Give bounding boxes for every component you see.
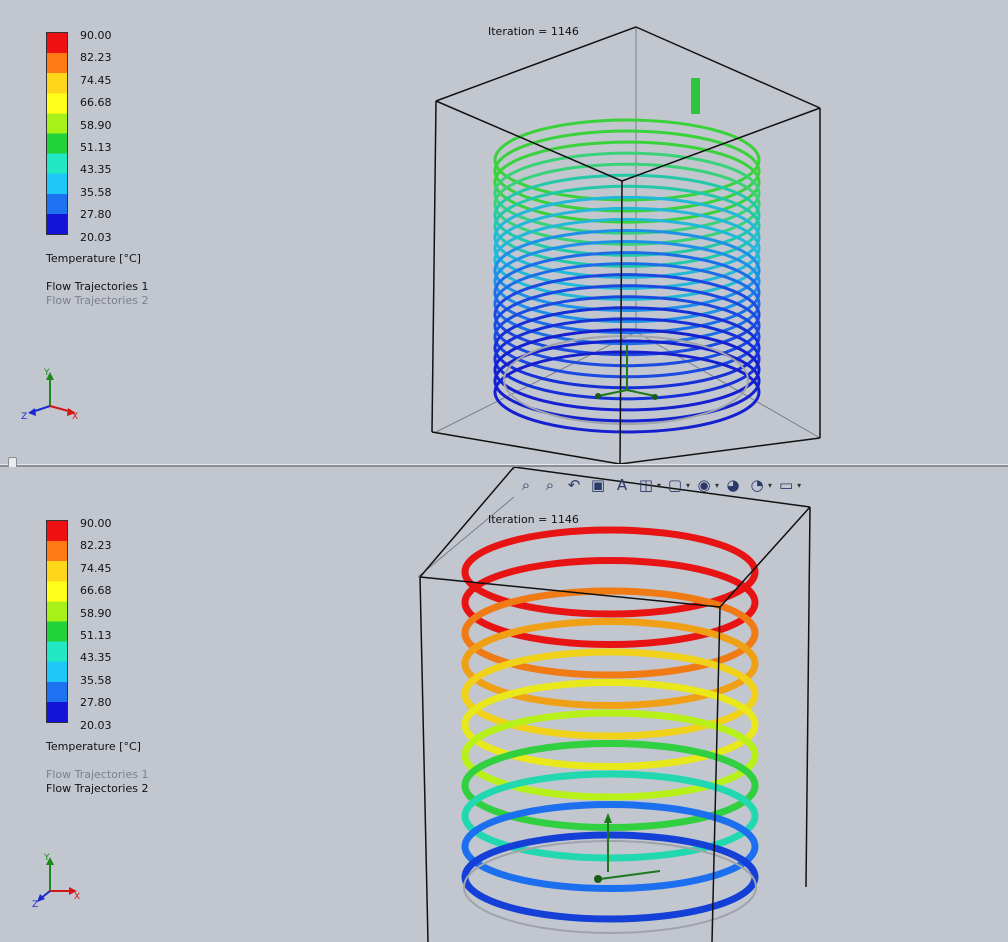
axis-triad: Y X Z <box>32 853 80 909</box>
legend-tick-label: 35.58 <box>80 673 112 687</box>
dropdown-arrow-icon[interactable]: ▾ <box>657 481 661 490</box>
legend-tick-label: 51.13 <box>80 629 112 642</box>
legend-tick-label: 35.58 <box>80 185 112 199</box>
apply-scene-icon[interactable]: ◔ <box>747 475 767 495</box>
legend-tick-label: 27.80 <box>80 696 112 710</box>
legend-tick-label: 58.90 <box>80 118 112 132</box>
iteration-label: Iteration = 1146 <box>488 25 579 38</box>
view-toolbar: ⌕ ⌕ ↶ ▣ A ◫ ▾ ▢ ▾ ◉ ▾ ◕ ◔ ▾ ▭ ▾ <box>516 473 801 497</box>
axis-x-label: X <box>74 892 80 902</box>
scene-bottom[interactable] <box>0 467 1008 942</box>
legend-title: Temperature [°C] <box>46 740 141 753</box>
axis-x-label: X <box>72 412 78 422</box>
trajectory-coil-bottom <box>461 526 759 923</box>
scene-top[interactable] <box>0 0 1008 464</box>
iteration-label: Iteration = 1146 <box>488 513 579 526</box>
view-orientation-icon[interactable]: ◫ <box>636 475 656 495</box>
legend-tick-label: 90.00 <box>80 29 112 42</box>
legend-tick-label: 66.68 <box>80 584 112 598</box>
axis-y-label: Y <box>43 368 50 378</box>
hide-show-items-icon[interactable]: ◉ <box>694 475 714 495</box>
viewport-top[interactable]: Iteration = 1146 90.00 82.23 74.45 66.68 58.… <box>0 0 1008 464</box>
legend-tick-label: 20.03 <box>80 718 112 732</box>
dropdown-arrow-icon[interactable]: ▾ <box>797 481 801 490</box>
legend-tick-label: 20.03 <box>80 230 112 244</box>
legend-tick-label: 43.35 <box>80 163 112 177</box>
dropdown-arrow-icon[interactable]: ▾ <box>686 481 690 490</box>
legend-tick-label: 74.45 <box>80 73 112 87</box>
color-scale-bar <box>46 32 68 235</box>
edit-appearance-icon[interactable]: ◕ <box>723 475 743 495</box>
axis-z-label: Z <box>21 412 27 422</box>
legend-tick-label: 90.00 <box>80 517 112 530</box>
view-settings-icon[interactable]: ▭ <box>776 475 796 495</box>
zoom-to-fit-icon[interactable]: ⌕ <box>516 475 536 495</box>
zoom-area-icon[interactable]: ⌕ <box>540 475 560 495</box>
color-scale-bar <box>46 520 68 723</box>
legend-tick-label: 27.80 <box>80 208 112 222</box>
legend-tick-label: 74.45 <box>80 561 112 575</box>
trajectory-item-1[interactable]: Flow Trajectories 1 <box>46 768 148 781</box>
display-style-icon[interactable]: ▢ <box>665 475 685 495</box>
dropdown-arrow-icon[interactable]: ▾ <box>768 481 772 490</box>
dynamic-annotation-icon[interactable]: A <box>612 475 632 495</box>
axis-z-label: Z <box>32 900 38 909</box>
section-view-icon[interactable]: ▣ <box>588 475 608 495</box>
legend-tick-label: 43.35 <box>80 651 112 665</box>
axis-triad: Y X Z <box>21 368 78 422</box>
legend-tick-label: 82.23 <box>80 51 112 65</box>
trajectory-item-1[interactable]: Flow Trajectories 1 <box>46 280 148 293</box>
axis-y-label: Y <box>43 853 50 863</box>
previous-view-icon[interactable]: ↶ <box>564 475 584 495</box>
legend-title: Temperature [°C] <box>46 252 141 265</box>
legend-tick-label: 58.90 <box>80 606 112 620</box>
legend-tick-label: 66.68 <box>80 96 112 110</box>
legend-tick-label: 82.23 <box>80 539 112 553</box>
trajectory-item-2[interactable]: Flow Trajectories 2 <box>46 294 148 307</box>
viewport-bottom[interactable]: ⌕ ⌕ ↶ ▣ A ◫ ▾ ▢ ▾ ◉ ▾ ◕ ◔ ▾ ▭ ▾ Iteration = 1146 90.00 8… <box>0 467 1008 942</box>
dropdown-arrow-icon[interactable]: ▾ <box>715 481 719 490</box>
legend-tick-label: 51.13 <box>80 141 112 154</box>
trajectory-item-2[interactable]: Flow Trajectories 2 <box>46 782 148 795</box>
